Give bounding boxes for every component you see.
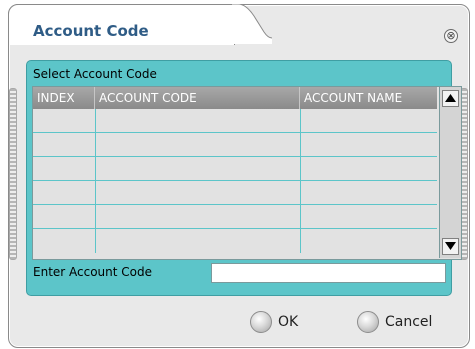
account-name-cell — [301, 229, 437, 253]
account-name-cell — [301, 205, 437, 228]
table-row[interactable] — [33, 109, 437, 133]
table-row[interactable] — [33, 229, 437, 253]
index-cell — [33, 133, 96, 156]
table-row[interactable] — [33, 133, 437, 157]
account-name-cell — [301, 133, 437, 156]
index-cell — [33, 181, 96, 204]
account-name-cell — [301, 181, 437, 204]
ok-button[interactable]: OK — [250, 310, 298, 334]
table-row[interactable] — [33, 157, 437, 181]
account-code-cell — [96, 133, 301, 156]
column-header-account-code[interactable]: ACCOUNT CODE — [95, 87, 300, 109]
table-row[interactable] — [33, 205, 437, 229]
panel-caption: Select Account Code — [33, 67, 157, 81]
index-cell — [33, 157, 96, 180]
enter-account-code-label: Enter Account Code — [33, 265, 153, 279]
index-cell — [33, 205, 96, 228]
scroll-down-arrow-icon[interactable] — [442, 238, 459, 255]
account-code-cell — [96, 205, 301, 228]
table-row[interactable] — [33, 181, 437, 205]
dialog-title: Account Code — [33, 22, 149, 40]
table-scrollbar[interactable] — [439, 87, 461, 258]
index-cell — [33, 109, 96, 132]
account-name-cell — [301, 157, 437, 180]
cancel-button[interactable]: Cancel — [357, 310, 432, 334]
orb-icon — [357, 311, 379, 333]
column-header-index[interactable]: INDEX — [33, 87, 95, 109]
account-code-cell — [96, 109, 301, 132]
table-header: INDEX ACCOUNT CODE ACCOUNT NAME — [33, 87, 437, 109]
scroll-up-arrow-icon[interactable] — [442, 90, 459, 107]
title-tab-slope — [232, 4, 272, 44]
account-code-cell — [96, 181, 301, 204]
index-cell — [33, 229, 96, 253]
ok-label: OK — [278, 314, 299, 330]
cancel-label: Cancel — [385, 314, 433, 330]
account-table: INDEX ACCOUNT CODE ACCOUNT NAME — [32, 86, 462, 260]
column-header-account-name[interactable]: ACCOUNT NAME — [300, 87, 437, 109]
close-icon[interactable]: ⊗ — [444, 29, 458, 43]
orb-icon — [250, 311, 272, 333]
account-name-cell — [301, 109, 437, 132]
account-code-input[interactable] — [211, 263, 446, 283]
account-code-cell — [96, 229, 301, 253]
account-code-cell — [96, 157, 301, 180]
left-grip-handle — [9, 88, 17, 260]
